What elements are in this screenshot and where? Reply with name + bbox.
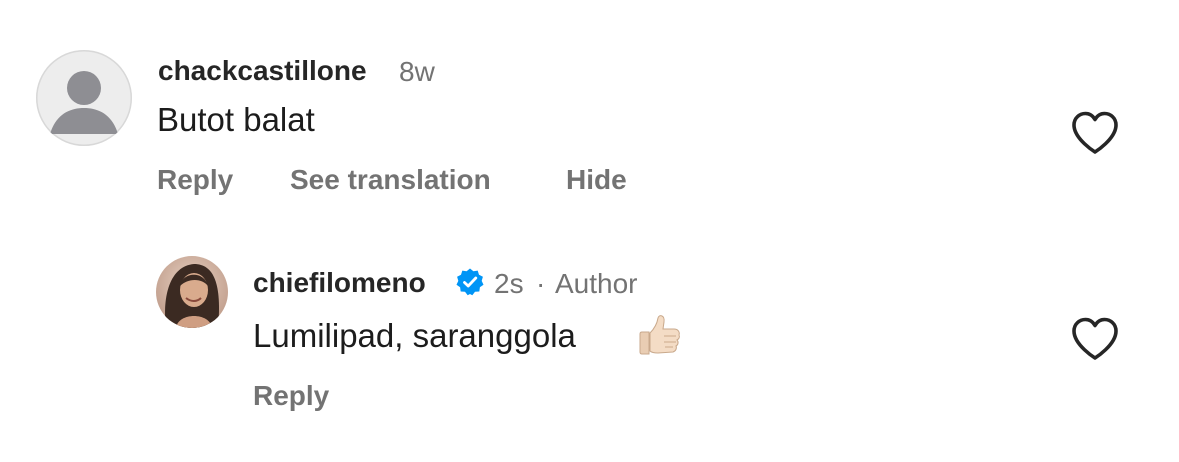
see-translation-button[interactable]: See translation — [290, 166, 491, 194]
verified-badge-icon — [455, 267, 485, 297]
hide-button[interactable]: Hide — [566, 166, 627, 194]
profile-photo-avatar[interactable] — [156, 256, 228, 328]
author-label: Author — [555, 268, 638, 299]
reply-button[interactable]: Reply — [157, 166, 233, 194]
reply-button[interactable]: Reply — [253, 382, 329, 410]
thumbs-up-emoji — [636, 312, 682, 358]
default-avatar-icon[interactable] — [36, 50, 132, 146]
heart-icon[interactable] — [1070, 316, 1120, 362]
comment-timestamp: 2s — [494, 268, 524, 299]
heart-icon[interactable] — [1070, 110, 1120, 156]
comment-username[interactable]: chiefilomeno — [253, 269, 426, 297]
comment-text: Lumilipad, saranggola — [253, 317, 576, 354]
meta-separator: · — [536, 268, 546, 299]
comment-timestamp: 8w — [399, 56, 435, 87]
thumbs-up-icon — [639, 315, 680, 355]
comment-text: Butot balat — [157, 101, 315, 138]
comment-username[interactable]: chackcastillone — [158, 57, 367, 85]
